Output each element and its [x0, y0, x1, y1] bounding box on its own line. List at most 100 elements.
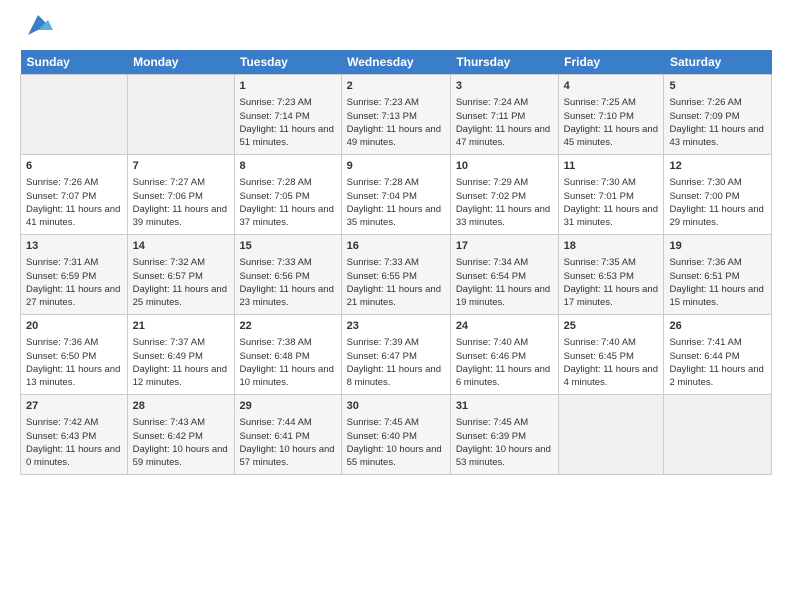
day-number: 13	[26, 239, 122, 254]
calendar-cell: 12Sunrise: 7:30 AMSunset: 7:00 PMDayligh…	[664, 155, 772, 235]
calendar-cell: 14Sunrise: 7:32 AMSunset: 6:57 PMDayligh…	[127, 235, 234, 315]
day-number: 24	[456, 319, 553, 334]
daylight-text: Daylight: 11 hours and 35 minutes.	[347, 203, 445, 230]
daylight-text: Daylight: 11 hours and 0 minutes.	[26, 443, 122, 470]
day-number: 11	[564, 159, 659, 174]
calendar-cell	[664, 395, 772, 475]
daylight-text: Daylight: 11 hours and 37 minutes.	[240, 203, 336, 230]
daylight-text: Daylight: 11 hours and 25 minutes.	[133, 283, 229, 310]
daylight-text: Daylight: 11 hours and 15 minutes.	[669, 283, 766, 310]
sunrise-text: Sunrise: 7:30 AM	[669, 176, 766, 189]
sunset-text: Sunset: 7:00 PM	[669, 190, 766, 203]
calendar-cell: 15Sunrise: 7:33 AMSunset: 6:56 PMDayligh…	[234, 235, 341, 315]
calendar-page: SundayMondayTuesdayWednesdayThursdayFrid…	[0, 0, 792, 612]
day-number: 29	[240, 399, 336, 414]
day-number: 19	[669, 239, 766, 254]
day-number: 10	[456, 159, 553, 174]
calendar-cell: 31Sunrise: 7:45 AMSunset: 6:39 PMDayligh…	[450, 395, 558, 475]
sunrise-text: Sunrise: 7:26 AM	[669, 96, 766, 109]
daylight-text: Daylight: 11 hours and 41 minutes.	[26, 203, 122, 230]
day-number: 14	[133, 239, 229, 254]
calendar-cell: 8Sunrise: 7:28 AMSunset: 7:05 PMDaylight…	[234, 155, 341, 235]
sunrise-text: Sunrise: 7:23 AM	[347, 96, 445, 109]
day-number: 7	[133, 159, 229, 174]
calendar-cell: 21Sunrise: 7:37 AMSunset: 6:49 PMDayligh…	[127, 315, 234, 395]
sunset-text: Sunset: 7:11 PM	[456, 110, 553, 123]
sunset-text: Sunset: 6:47 PM	[347, 350, 445, 363]
day-number: 2	[347, 79, 445, 94]
sunset-text: Sunset: 7:10 PM	[564, 110, 659, 123]
calendar-cell: 6Sunrise: 7:26 AMSunset: 7:07 PMDaylight…	[21, 155, 128, 235]
sunset-text: Sunset: 6:55 PM	[347, 270, 445, 283]
daylight-text: Daylight: 11 hours and 49 minutes.	[347, 123, 445, 150]
day-number: 30	[347, 399, 445, 414]
day-number: 4	[564, 79, 659, 94]
day-number: 20	[26, 319, 122, 334]
daylight-text: Daylight: 10 hours and 59 minutes.	[133, 443, 229, 470]
daylight-text: Daylight: 11 hours and 51 minutes.	[240, 123, 336, 150]
sunset-text: Sunset: 6:44 PM	[669, 350, 766, 363]
calendar-cell: 25Sunrise: 7:40 AMSunset: 6:45 PMDayligh…	[558, 315, 664, 395]
sunset-text: Sunset: 6:41 PM	[240, 430, 336, 443]
calendar-cell: 27Sunrise: 7:42 AMSunset: 6:43 PMDayligh…	[21, 395, 128, 475]
calendar-cell: 11Sunrise: 7:30 AMSunset: 7:01 PMDayligh…	[558, 155, 664, 235]
daylight-text: Daylight: 11 hours and 8 minutes.	[347, 363, 445, 390]
sunrise-text: Sunrise: 7:30 AM	[564, 176, 659, 189]
daylight-text: Daylight: 11 hours and 6 minutes.	[456, 363, 553, 390]
sunrise-text: Sunrise: 7:38 AM	[240, 336, 336, 349]
daylight-text: Daylight: 11 hours and 23 minutes.	[240, 283, 336, 310]
sunrise-text: Sunrise: 7:33 AM	[347, 256, 445, 269]
sunset-text: Sunset: 6:51 PM	[669, 270, 766, 283]
sunset-text: Sunset: 6:53 PM	[564, 270, 659, 283]
week-row-4: 20Sunrise: 7:36 AMSunset: 6:50 PMDayligh…	[21, 315, 772, 395]
day-number: 6	[26, 159, 122, 174]
col-header-tuesday: Tuesday	[234, 50, 341, 75]
sunset-text: Sunset: 7:04 PM	[347, 190, 445, 203]
day-number: 26	[669, 319, 766, 334]
sunrise-text: Sunrise: 7:36 AM	[26, 336, 122, 349]
sunrise-text: Sunrise: 7:37 AM	[133, 336, 229, 349]
calendar-cell: 9Sunrise: 7:28 AMSunset: 7:04 PMDaylight…	[341, 155, 450, 235]
daylight-text: Daylight: 11 hours and 47 minutes.	[456, 123, 553, 150]
sunrise-text: Sunrise: 7:27 AM	[133, 176, 229, 189]
calendar-cell: 22 Sunrise: 7:38 AMSunset: 6:48 PMDayligh…	[234, 315, 341, 395]
day-number: 28	[133, 399, 229, 414]
sunrise-text: Sunrise: 7:31 AM	[26, 256, 122, 269]
sunrise-text: Sunrise: 7:29 AM	[456, 176, 553, 189]
sunrise-text: Sunrise: 7:28 AM	[240, 176, 336, 189]
sunset-text: Sunset: 6:39 PM	[456, 430, 553, 443]
day-number: 22	[240, 319, 336, 334]
week-row-3: 13 Sunrise: 7:31 AMSunset: 6:59 PM Dayligh…	[21, 235, 772, 315]
day-number: 23	[347, 319, 445, 334]
sunrise-text: Sunrise: 7:36 AM	[669, 256, 766, 269]
calendar-table: SundayMondayTuesdayWednesdayThursdayFrid…	[20, 50, 772, 475]
daylight-text: Daylight: 11 hours and 13 minutes.	[26, 363, 122, 390]
col-header-friday: Friday	[558, 50, 664, 75]
daylight-text: Daylight: 11 hours and 39 minutes.	[133, 203, 229, 230]
col-header-wednesday: Wednesday	[341, 50, 450, 75]
calendar-cell: 3Sunrise: 7:24 AMSunset: 7:11 PMDaylight…	[450, 75, 558, 155]
day-number: 21	[133, 319, 229, 334]
daylight-text: Daylight: 11 hours and 12 minutes.	[133, 363, 229, 390]
day-number: 17	[456, 239, 553, 254]
calendar-cell: 10Sunrise: 7:29 AMSunset: 7:02 PMDayligh…	[450, 155, 558, 235]
calendar-cell: 7Sunrise: 7:27 AMSunset: 7:06 PMDaylight…	[127, 155, 234, 235]
sunset-text: Sunset: 6:48 PM	[240, 350, 336, 363]
sunrise-text: Sunrise: 7:42 AM	[26, 416, 122, 429]
daylight-text: Daylight: 11 hours and 10 minutes.	[240, 363, 336, 390]
calendar-cell: 2Sunrise: 7:23 AMSunset: 7:13 PMDaylight…	[341, 75, 450, 155]
calendar-cell: 28Sunrise: 7:43 AMSunset: 6:42 PMDayligh…	[127, 395, 234, 475]
sunset-text: Sunset: 7:01 PM	[564, 190, 659, 203]
sunrise-text: Sunrise: 7:26 AM	[26, 176, 122, 189]
sunrise-text: Sunrise: 7:43 AM	[133, 416, 229, 429]
sunrise-text: Sunrise: 7:45 AM	[456, 416, 553, 429]
day-number: 3	[456, 79, 553, 94]
sunset-text: Sunset: 7:05 PM	[240, 190, 336, 203]
calendar-cell: 17Sunrise: 7:34 AMSunset: 6:54 PMDayligh…	[450, 235, 558, 315]
sunrise-text: Sunrise: 7:32 AM	[133, 256, 229, 269]
sunset-text: Sunset: 6:59 PM	[26, 270, 122, 283]
logo-icon	[23, 10, 53, 40]
calendar-cell: 30Sunrise: 7:45 AMSunset: 6:40 PMDayligh…	[341, 395, 450, 475]
calendar-cell: 4Sunrise: 7:25 AMSunset: 7:10 PMDaylight…	[558, 75, 664, 155]
daylight-text: Daylight: 11 hours and 21 minutes.	[347, 283, 445, 310]
